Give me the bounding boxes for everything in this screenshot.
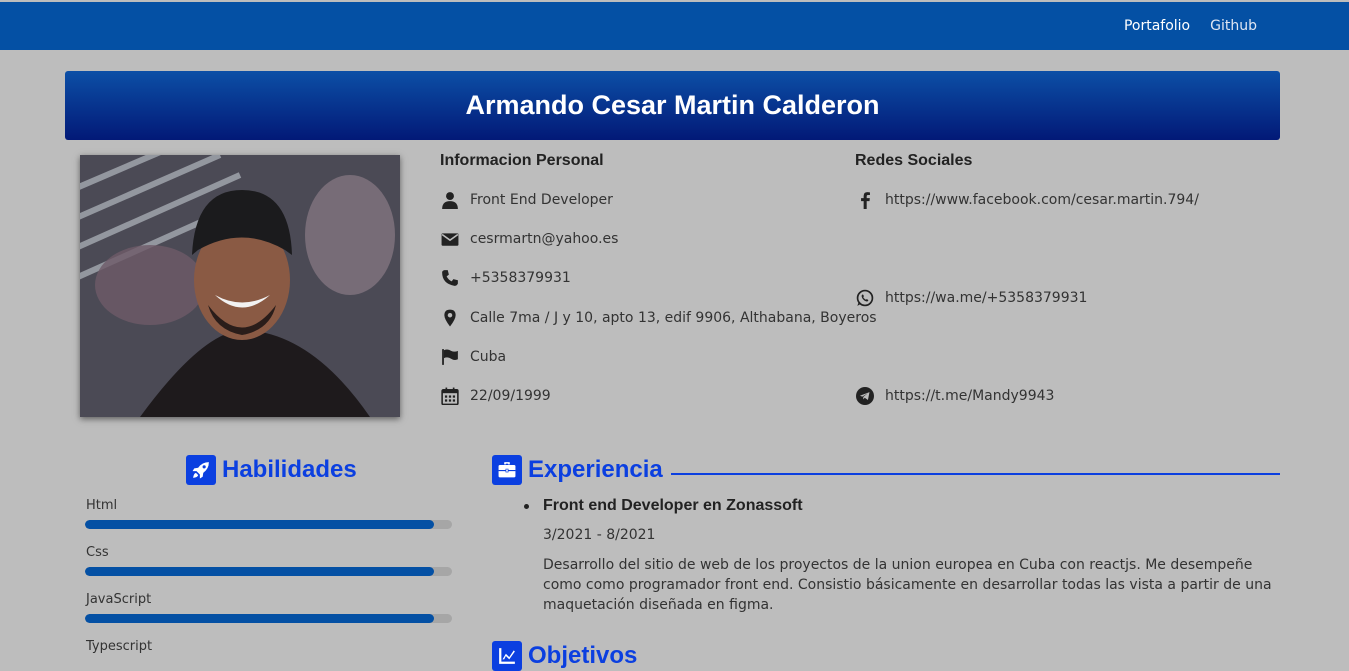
social-title: Redes Sociales [855, 152, 973, 169]
skills-title: Habilidades [222, 456, 357, 483]
name-header: Armando Cesar Martin Calderon [65, 71, 1280, 140]
calendar-icon [440, 386, 460, 406]
social-facebook[interactable]: https://www.facebook.com/cesar.martin.79… [855, 190, 1199, 210]
flag-icon [440, 347, 460, 367]
personal-info-title: Informacion Personal [440, 152, 604, 169]
country-text: Cuba [470, 349, 507, 365]
job-item: Front end Developer en Zonassoft 3/2021 … [524, 497, 1284, 615]
nav-links: Portafolio Github [1124, 2, 1257, 50]
info-role: Front End Developer [440, 190, 613, 210]
info-phone: +5358379931 [440, 268, 571, 288]
address-text: Calle 7ma / J y 10, apto 13, edif 9906, … [470, 310, 877, 326]
skill-bar-javascript [85, 614, 452, 623]
info-email: cesrmartn@yahoo.es [440, 229, 618, 249]
skill-label-css: Css [86, 545, 109, 560]
envelope-icon [440, 229, 460, 249]
profile-photo-image [80, 155, 400, 417]
info-address: Calle 7ma / J y 10, apto 13, edif 9906, … [440, 308, 877, 328]
objectives-title: Objetivos [528, 642, 638, 669]
whatsapp-link[interactable]: https://wa.me/+5358379931 [885, 290, 1087, 306]
map-marker-icon [440, 308, 460, 328]
skill-bar-css [85, 567, 452, 576]
info-country: Cuba [440, 347, 506, 367]
job-description: Desarrollo del sitio de web de los proye… [543, 557, 1272, 613]
job-dates: 3/2021 - 8/2021 [543, 527, 656, 543]
skill-label-html: Html [86, 498, 118, 513]
user-icon [440, 190, 460, 210]
rocket-icon [186, 455, 216, 485]
skill-label-typescript: Typescript [86, 639, 153, 654]
job-title-row: Front end Developer en Zonassoft [524, 497, 1284, 515]
briefcase-icon [492, 455, 522, 485]
experience-title: Experiencia [528, 456, 663, 483]
objectives-heading: Objetivos [492, 641, 637, 671]
job-title: Front end Developer en Zonassoft [543, 497, 803, 514]
birthdate-text: 22/09/1999 [470, 388, 551, 404]
info-birthdate: 22/09/1999 [440, 386, 551, 406]
role-text: Front End Developer [470, 192, 613, 208]
skill-fill-javascript [85, 614, 434, 623]
email-text: cesrmartn@yahoo.es [470, 231, 619, 247]
social-whatsapp[interactable]: https://wa.me/+5358379931 [855, 288, 1087, 308]
skill-fill-css [85, 567, 434, 576]
facebook-link[interactable]: https://www.facebook.com/cesar.martin.79… [885, 192, 1199, 208]
skills-heading: Habilidades [186, 455, 357, 485]
nav-link-portafolio[interactable]: Portafolio [1124, 18, 1190, 34]
skill-fill-html [85, 520, 434, 529]
phone-icon [440, 268, 460, 288]
profile-photo [80, 155, 400, 417]
social-telegram[interactable]: https://t.me/Mandy9943 [855, 386, 1054, 406]
telegram-icon [855, 386, 875, 406]
bullet-icon [524, 503, 529, 509]
phone-text: +5358379931 [470, 270, 571, 286]
facebook-icon [855, 190, 875, 210]
experience-divider [671, 473, 1280, 475]
whatsapp-icon [855, 288, 875, 308]
full-name: Armando Cesar Martin Calderon [465, 90, 880, 120]
telegram-link[interactable]: https://t.me/Mandy9943 [885, 388, 1054, 404]
experience-heading: Experiencia [492, 455, 663, 485]
skill-label-javascript: JavaScript [86, 592, 152, 607]
nav-link-github[interactable]: Github [1210, 18, 1257, 34]
skill-bar-html [85, 520, 452, 529]
top-navbar: Portafolio Github [0, 2, 1349, 50]
chart-icon [492, 641, 522, 671]
